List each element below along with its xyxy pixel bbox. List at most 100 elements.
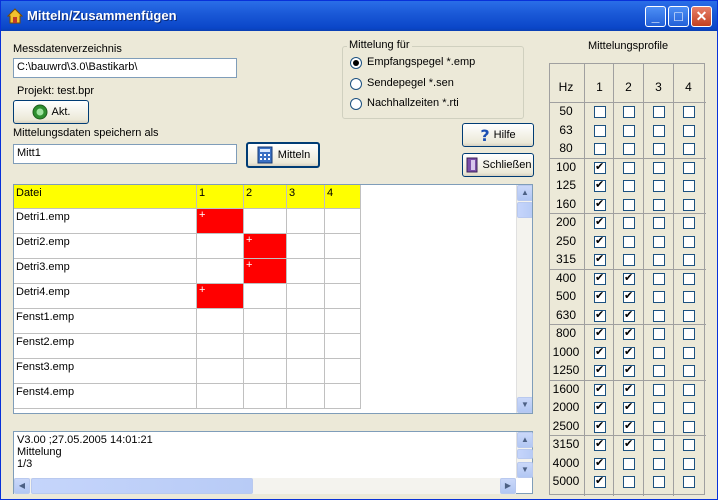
grid-mark-cell[interactable] (287, 209, 325, 234)
akt-button[interactable]: Akt. (13, 100, 89, 124)
grid-mark-cell[interactable] (244, 359, 287, 384)
profile-checkbox[interactable] (623, 161, 635, 174)
profile-checkbox[interactable] (594, 419, 606, 433)
grid-mark-cell[interactable] (325, 284, 361, 309)
schliessen-button[interactable]: Schließen (462, 153, 534, 177)
grid-header-3[interactable]: 3 (287, 185, 325, 209)
grid-file-cell[interactable]: Fenst1.emp (14, 309, 197, 334)
grid-mark-cell[interactable] (287, 334, 325, 359)
profile-checkbox[interactable] (594, 178, 606, 192)
grid-mark-cell[interactable] (197, 259, 244, 284)
profile-checkbox[interactable] (653, 198, 665, 211)
profile-checkbox[interactable] (653, 235, 665, 248)
profile-checkbox[interactable] (653, 161, 665, 174)
grid-mark-cell[interactable] (287, 309, 325, 334)
scroll-up-icon[interactable]: ▲ (517, 432, 533, 448)
profile-checkbox[interactable] (653, 309, 665, 322)
profile-checkbox[interactable] (683, 143, 695, 155)
profile-checkbox[interactable] (623, 326, 635, 340)
profile-checkbox[interactable] (683, 124, 695, 137)
grid-mark-cell[interactable] (244, 384, 287, 409)
profile-checkbox[interactable] (623, 457, 635, 470)
scroll-thumb[interactable] (517, 202, 532, 218)
profile-checkbox[interactable] (594, 124, 606, 137)
profile-checkbox[interactable] (653, 402, 665, 414)
grid-mark-cell[interactable] (287, 384, 325, 409)
profile-checkbox[interactable] (653, 272, 665, 285)
profile-checkbox[interactable] (594, 215, 606, 229)
grid-file-cell[interactable]: Fenst4.emp (14, 384, 197, 409)
scroll-up-icon[interactable]: ▲ (517, 185, 532, 201)
minimize-button[interactable]: _ (645, 6, 666, 27)
profile-checkbox[interactable] (623, 363, 635, 377)
profile-checkbox[interactable] (623, 271, 635, 285)
grid-mark-cell[interactable]: + (244, 234, 287, 259)
profile-checkbox[interactable] (623, 289, 635, 303)
grid-mark-cell[interactable] (197, 234, 244, 259)
profile-checkbox[interactable] (653, 457, 665, 470)
grid-mark-cell[interactable] (325, 384, 361, 409)
grid-vscrollbar[interactable]: ▲ ▼ (516, 185, 532, 413)
dir-input[interactable]: C:\bauwrd\3.0\Bastikarb\ (13, 58, 237, 78)
grid-mark-cell[interactable] (325, 234, 361, 259)
scroll-thumb[interactable] (31, 478, 253, 494)
profile-checkbox[interactable] (653, 291, 665, 303)
grid-file-cell[interactable]: Detri1.emp (14, 209, 197, 234)
grid-mark-cell[interactable] (244, 309, 287, 334)
profile-checkbox[interactable] (594, 234, 606, 248)
profile-checkbox[interactable] (683, 457, 695, 470)
grid-header-1[interactable]: 1 (197, 185, 244, 209)
scroll-right-icon[interactable]: ▶ (500, 478, 516, 494)
profile-checkbox[interactable] (683, 439, 695, 451)
scroll-left-icon[interactable]: ◀ (14, 478, 30, 494)
grid-file-cell[interactable]: Detri2.emp (14, 234, 197, 259)
grid-mark-cell[interactable] (197, 334, 244, 359)
radio-nachhallzeiten[interactable] (350, 98, 362, 110)
grid-mark-cell[interactable] (287, 359, 325, 384)
profile-checkbox[interactable] (623, 143, 635, 155)
help-button[interactable]: ? Hilfe (462, 123, 534, 147)
profile-checkbox[interactable] (594, 400, 606, 414)
maximize-button[interactable]: □ (668, 6, 689, 27)
log-vscrollbar[interactable]: ▲ ▼ (516, 432, 533, 478)
profile-checkbox[interactable] (594, 106, 606, 118)
profile-checkbox[interactable] (623, 437, 635, 451)
profile-checkbox[interactable] (594, 143, 606, 155)
profile-checkbox[interactable] (653, 346, 665, 359)
profile-checkbox[interactable] (653, 106, 665, 118)
grid-mark-cell[interactable]: + (197, 284, 244, 309)
grid-mark-cell[interactable]: + (197, 209, 244, 234)
profile-checkbox[interactable] (623, 235, 635, 248)
profile-checkbox[interactable] (683, 328, 695, 340)
profile-checkbox[interactable] (683, 383, 695, 396)
profile-checkbox[interactable] (653, 420, 665, 433)
close-button[interactable]: ✕ (691, 6, 712, 27)
profile-checkbox[interactable] (653, 476, 665, 488)
save-as-input[interactable]: Mitt1 (13, 144, 237, 164)
grid-mark-cell[interactable] (325, 309, 361, 334)
mitteln-button[interactable]: Mitteln (246, 142, 320, 168)
profile-checkbox[interactable] (594, 382, 606, 396)
profile-checkbox[interactable] (623, 308, 635, 322)
grid-mark-cell[interactable]: + (244, 259, 287, 284)
profile-checkbox[interactable] (623, 476, 635, 488)
profile-checkbox[interactable] (683, 198, 695, 211)
profile-checkbox[interactable] (683, 476, 695, 488)
grid-header-2[interactable]: 2 (244, 185, 287, 209)
profile-checkbox[interactable] (653, 439, 665, 451)
profile-checkbox[interactable] (653, 217, 665, 229)
grid-mark-cell[interactable] (287, 259, 325, 284)
grid-mark-cell[interactable] (325, 259, 361, 284)
grid-file-cell[interactable]: Fenst3.emp (14, 359, 197, 384)
grid-mark-cell[interactable] (287, 234, 325, 259)
grid-mark-cell[interactable] (325, 209, 361, 234)
profile-checkbox[interactable] (623, 180, 635, 192)
profile-checkbox[interactable] (653, 383, 665, 396)
profile-checkbox[interactable] (683, 161, 695, 174)
grid-mark-cell[interactable] (325, 334, 361, 359)
profile-checkbox[interactable] (683, 402, 695, 414)
grid-file-cell[interactable]: Fenst2.emp (14, 334, 197, 359)
radio-empfangspegel[interactable] (350, 57, 362, 69)
grid-file-cell[interactable]: Detri3.emp (14, 259, 197, 284)
radio-sendepegel[interactable] (350, 78, 362, 90)
